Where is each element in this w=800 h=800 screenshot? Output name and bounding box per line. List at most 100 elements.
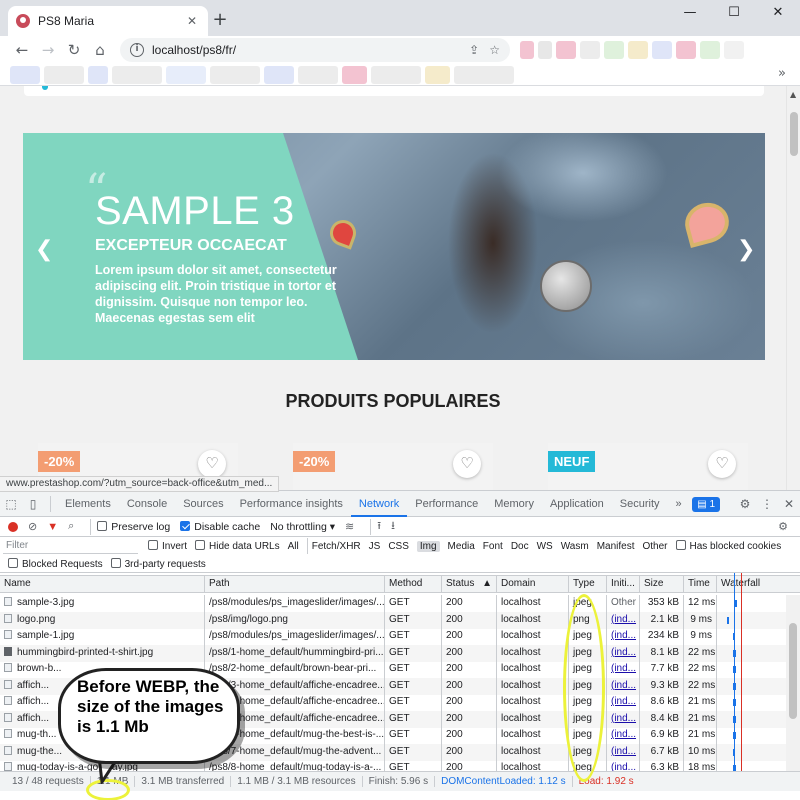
product-card[interactable]: NEUF ♡ (548, 443, 748, 490)
back-icon[interactable]: ← (10, 41, 34, 59)
wishlist-heart-icon[interactable]: ♡ (198, 450, 226, 478)
cell-initiator[interactable]: (ind... (607, 694, 640, 711)
has-blocked-cookies-checkbox[interactable]: Has blocked cookies (675, 540, 781, 552)
cell-initiator[interactable]: (ind... (607, 743, 640, 761)
table-scroll-thumb[interactable] (789, 623, 797, 719)
filter-type-manifest[interactable]: Manifest (597, 541, 635, 552)
more-tabs-icon[interactable]: » (668, 491, 690, 517)
close-window-icon[interactable]: ✕ (756, 0, 800, 26)
clear-icon[interactable]: ⊘ (28, 520, 37, 533)
cell-initiator[interactable]: (ind... (607, 644, 640, 662)
slider-next-icon[interactable]: ❯ (737, 237, 755, 262)
column-path[interactable]: Path (205, 576, 385, 592)
tab-sources[interactable]: Sources (175, 491, 231, 517)
filter-type-js[interactable]: JS (369, 541, 381, 552)
filter-type-css[interactable]: CSS (388, 541, 409, 552)
throttling-select[interactable]: No throttling ▾ (270, 521, 335, 533)
column-time[interactable]: Time (684, 576, 717, 592)
table-row[interactable]: sample-1.jpg/ps8/modules/ps_imageslider/… (0, 628, 786, 645)
blocked-requests-checkbox[interactable]: Blocked Requests (8, 557, 103, 570)
cell-initiator[interactable]: (ind... (607, 677, 640, 695)
settings-gear-icon[interactable]: ⚙ (734, 497, 756, 511)
cell-initiator[interactable]: Other (607, 595, 640, 612)
browser-tab[interactable]: PS8 Maria ✕ (8, 6, 208, 36)
device-toolbar-icon[interactable]: ▯ (22, 497, 44, 511)
table-row[interactable]: sample-3.jpg/ps8/modules/ps_imageslider/… (0, 595, 786, 612)
forward-icon[interactable]: → (36, 41, 60, 59)
column-size[interactable]: Size (640, 576, 684, 592)
filter-type-all[interactable]: All (288, 541, 299, 552)
tab-application[interactable]: Application (542, 491, 612, 517)
column-status[interactable]: Status ▲ (442, 576, 497, 592)
third-party-checkbox[interactable]: 3rd-party requests (110, 557, 206, 570)
disable-cache-checkbox[interactable]: Disable cache (180, 520, 260, 533)
tab-security[interactable]: Security (612, 491, 668, 517)
share-icon[interactable]: ⇪ (469, 43, 479, 57)
import-har-icon[interactable]: ⭱ (377, 517, 381, 536)
filter-type-fetch-xhr[interactable]: Fetch/XHR (312, 541, 361, 552)
hide-data-urls-checkbox[interactable]: Hide data URLs (195, 540, 280, 552)
wishlist-heart-icon[interactable]: ♡ (453, 450, 481, 478)
image-slider[interactable]: “ SAMPLE 3 EXCEPTEUR OCCAECAT Lorem ipsu… (23, 133, 765, 360)
tab-memory[interactable]: Memory (486, 491, 542, 517)
cell-initiator[interactable]: (ind... (607, 661, 640, 678)
tab-console[interactable]: Console (119, 491, 175, 517)
column-type[interactable]: Type (569, 576, 607, 592)
cell-initiator[interactable]: (ind... (607, 710, 640, 728)
filter-type-font[interactable]: Font (483, 541, 503, 552)
table-row[interactable]: hummingbird-printed-t-shirt.jpg/ps8/1-ho… (0, 644, 786, 662)
table-scrollbar[interactable] (786, 595, 800, 771)
tab-close-icon[interactable]: ✕ (184, 14, 200, 28)
slider-prev-icon[interactable]: ❮ (35, 237, 53, 262)
close-devtools-icon[interactable]: ✕ (778, 497, 800, 511)
bookmarks-more-icon[interactable]: » (778, 66, 786, 81)
filter-type-ws[interactable]: WS (537, 541, 553, 552)
page-scrollbar[interactable]: ▲ (786, 86, 800, 490)
minimize-icon[interactable]: — (668, 0, 712, 26)
address-bar[interactable]: i localhost/ps8/fr/ ⇪ ☆ (120, 38, 510, 62)
tab-network[interactable]: Network (350, 491, 408, 517)
record-icon[interactable] (8, 521, 18, 532)
search-icon[interactable]: ⌕ (68, 520, 74, 533)
filter-input[interactable]: Filter (3, 538, 138, 554)
tab-performance[interactable]: Performance (407, 491, 486, 517)
network-settings-icon[interactable]: ⚙ (778, 520, 788, 533)
cell-status: 200 (442, 595, 497, 612)
bookmark-star-icon[interactable]: ☆ (489, 43, 500, 57)
address-url[interactable]: localhost/ps8/fr/ (152, 43, 459, 57)
filter-type-img[interactable]: Img (416, 540, 440, 552)
invert-checkbox[interactable]: Invert (148, 540, 187, 552)
page-scroll-thumb[interactable] (790, 112, 798, 156)
scroll-up-icon[interactable]: ▲ (790, 90, 796, 99)
filter-type-doc[interactable]: Doc (511, 541, 529, 552)
wishlist-heart-icon[interactable]: ♡ (708, 450, 736, 478)
cell-size: 8.1 kB (640, 644, 684, 662)
preserve-log-checkbox[interactable]: Preserve log (97, 520, 170, 533)
tab-elements[interactable]: Elements (57, 491, 119, 517)
column-method[interactable]: Method (385, 576, 442, 592)
home-icon[interactable]: ⌂ (88, 41, 112, 59)
new-tab-icon[interactable]: + (210, 9, 230, 30)
filter-type-media[interactable]: Media (448, 541, 475, 552)
messages-badge[interactable]: ▤ 1 (692, 496, 720, 512)
filter-type-wasm[interactable]: Wasm (561, 541, 589, 552)
reload-icon[interactable]: ↻ (62, 41, 86, 59)
column-name[interactable]: Name (0, 576, 205, 592)
cell-initiator[interactable]: (ind... (607, 628, 640, 645)
network-conditions-icon[interactable]: ≋ (345, 520, 354, 533)
column-initiator[interactable]: Initi... (607, 576, 640, 592)
more-options-icon[interactable]: ⋮ (756, 497, 778, 511)
export-har-icon[interactable]: ⭳ (391, 517, 395, 536)
column-waterfall[interactable]: Waterfall (717, 576, 786, 592)
product-card[interactable]: -20% ♡ (293, 443, 493, 490)
inspect-element-icon[interactable]: ⬚ (0, 497, 22, 511)
filter-funnel-icon[interactable]: ▼ (47, 521, 58, 533)
column-domain[interactable]: Domain (497, 576, 569, 592)
maximize-icon[interactable]: ☐ (712, 0, 756, 26)
site-info-icon[interactable]: i (130, 43, 144, 57)
cell-initiator[interactable]: (ind... (607, 727, 640, 744)
filter-type-other[interactable]: Other (642, 541, 667, 552)
tab-performance-insights[interactable]: Performance insights (232, 491, 351, 517)
table-row[interactable]: logo.png/ps8/img/logo.png GET 200 localhost… (0, 611, 786, 629)
cell-initiator[interactable]: (ind... (607, 611, 640, 629)
